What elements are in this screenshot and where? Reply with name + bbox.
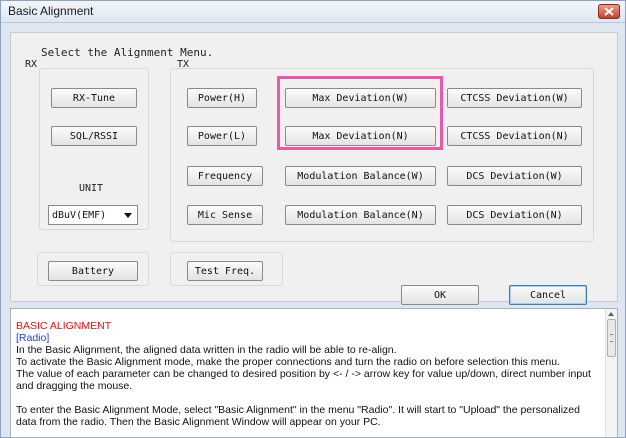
close-icon — [604, 7, 614, 16]
rx-tune-button[interactable]: RX-Tune — [51, 88, 137, 108]
title-bar: Basic Alignment — [1, 1, 625, 23]
help-line: To activate the Basic Alignment mode, ma… — [16, 356, 560, 368]
scroll-up-arrow-icon[interactable] — [608, 312, 614, 316]
mic-sense-button[interactable]: Mic Sense — [187, 205, 263, 225]
modulation-balance-n-button[interactable]: Modulation Balance(N) — [285, 205, 436, 225]
close-button[interactable] — [598, 4, 620, 19]
ctcss-deviation-n-button[interactable]: CTCSS Deviation(N) — [447, 126, 582, 146]
help-line: In the Basic Alignment, the aligned data… — [16, 344, 397, 356]
modulation-balance-w-button[interactable]: Modulation Balance(W) — [285, 166, 436, 186]
help-line: data from the radio. Then the Basic Alig… — [16, 416, 381, 428]
grip-icon — [610, 334, 613, 342]
scroll-thumb[interactable] — [607, 319, 616, 357]
help-scrollbar[interactable] — [605, 309, 617, 437]
ok-button[interactable]: OK — [401, 285, 479, 305]
unit-label: UNIT — [79, 183, 104, 194]
dcs-deviation-n-button[interactable]: DCS Deviation(N) — [447, 205, 582, 225]
menu-heading: Select the Alignment Menu. — [41, 46, 214, 59]
highlight-annotation — [277, 76, 443, 150]
cancel-button[interactable]: Cancel — [509, 285, 587, 305]
help-line: The value of each parameter can be chang… — [16, 368, 591, 380]
help-subtitle: [Radio] — [16, 332, 50, 344]
help-title: BASIC ALIGNMENT — [16, 320, 112, 332]
test-freq-button[interactable]: Test Freq. — [187, 261, 263, 281]
battery-button[interactable]: Battery — [48, 261, 138, 281]
basic-alignment-window: Basic Alignment Select the Alignment Men… — [0, 0, 626, 438]
unit-select[interactable]: dBuV(EMF) — [48, 205, 138, 225]
help-line: and dragging the mouse. — [16, 380, 133, 392]
window-title: Basic Alignment — [8, 4, 94, 18]
help-line — [16, 392, 606, 404]
rx-label: RX — [25, 59, 38, 70]
unit-select-value: dBuV(EMF) — [52, 209, 107, 221]
help-text: BASIC ALIGNMENT [Radio] In the Basic Ali… — [16, 320, 606, 428]
help-line: To enter the Basic Alignment Mode, selec… — [16, 404, 580, 416]
help-pane[interactable]: BASIC ALIGNMENT [Radio] In the Basic Ali… — [10, 308, 618, 438]
power-l-button[interactable]: Power(L) — [187, 126, 257, 146]
sql-rssi-button[interactable]: SQL/RSSI — [51, 126, 137, 146]
alignment-menu-panel: Select the Alignment Menu. RX TX RX-Tune… — [10, 32, 618, 305]
chevron-down-icon — [124, 213, 132, 218]
dcs-deviation-w-button[interactable]: DCS Deviation(W) — [447, 166, 582, 186]
frequency-button[interactable]: Frequency — [187, 166, 263, 186]
ctcss-deviation-w-button[interactable]: CTCSS Deviation(W) — [447, 88, 582, 108]
power-h-button[interactable]: Power(H) — [187, 88, 257, 108]
